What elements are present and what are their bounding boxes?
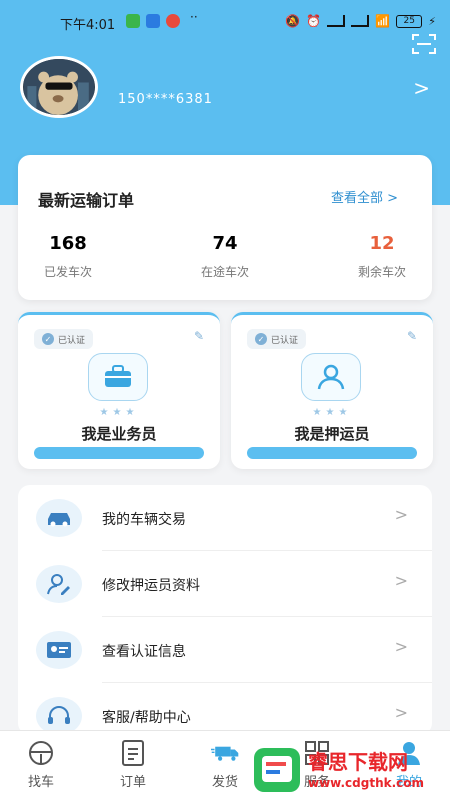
avatar-image bbox=[23, 59, 95, 115]
check-icon: ✓ bbox=[255, 333, 267, 345]
avatar[interactable] bbox=[20, 56, 98, 118]
stat-dispatched-label: 已发车次 bbox=[43, 265, 92, 279]
role-card-escort[interactable]: ✓ 已认证 ✎ ★★★ 我是押运员 bbox=[231, 312, 433, 469]
stat-dispatched-value: 168 bbox=[49, 233, 87, 254]
signal-icon bbox=[351, 15, 370, 27]
alarm-icon: ⏰ bbox=[306, 14, 322, 28]
scan-icon[interactable] bbox=[412, 34, 436, 54]
check-icon: ✓ bbox=[42, 333, 54, 345]
phone-number: 150****6381 bbox=[118, 92, 213, 107]
watermark-logo bbox=[254, 748, 300, 792]
tab-label: 找车 bbox=[27, 775, 54, 790]
menu-item-view-certification[interactable]: 查看认证信息 > bbox=[18, 617, 432, 683]
verified-badge: ✓ 已认证 bbox=[247, 329, 307, 349]
role-label: 我是押运员 bbox=[294, 425, 370, 443]
orders-title: 最新运输订单 bbox=[38, 191, 135, 210]
menu-label: 客服/帮助中心 bbox=[102, 710, 191, 726]
battery-level: 25 bbox=[403, 16, 415, 26]
chevron-right-icon: > bbox=[394, 505, 408, 524]
transport-orders-card: 最新运输订单 查看全部 > 168 已发车次 74 在途车次 12 剩余车次 bbox=[18, 155, 432, 300]
edit-icon[interactable]: ✎ bbox=[194, 329, 204, 343]
document-icon bbox=[119, 739, 147, 767]
menu-label: 查看认证信息 bbox=[102, 644, 186, 660]
notification-icon bbox=[126, 14, 140, 28]
battery-icon: 25 bbox=[396, 14, 423, 28]
settings-menu: 我的车辆交易 > 修改押运员资料 > 查看认证信息 > 客服/帮助中心 > bbox=[18, 485, 432, 735]
verified-label: 已认证 bbox=[58, 335, 86, 346]
car-icon bbox=[36, 499, 82, 537]
status-time: 下午4:01 bbox=[60, 18, 116, 33]
id-card-icon bbox=[36, 631, 82, 669]
menu-item-vehicle-trade[interactable]: 我的车辆交易 > bbox=[18, 485, 432, 551]
role-progress-bar bbox=[34, 447, 204, 459]
stat-remaining-value: 12 bbox=[369, 233, 395, 254]
role-card-salesman[interactable]: ✓ 已认证 ✎ ★★★ 我是业务员 bbox=[18, 312, 220, 469]
menu-item-edit-escort-profile[interactable]: 修改押运员资料 > bbox=[18, 551, 432, 617]
chevron-right-icon: > bbox=[394, 571, 408, 590]
menu-label: 修改押运员资料 bbox=[102, 578, 200, 594]
weibo-icon bbox=[166, 14, 180, 28]
chevron-right-icon: > bbox=[394, 703, 408, 722]
tab-label: 发货 bbox=[211, 775, 238, 790]
rating-stars: ★★★ bbox=[312, 407, 352, 418]
truck-icon bbox=[211, 739, 239, 767]
menu-label: 我的车辆交易 bbox=[102, 512, 186, 528]
watermark-url: www.cdgthk.com bbox=[308, 776, 425, 790]
status-bar: 下午4:01 ·· 🔕 ⏰ 📶 25 ⚡ bbox=[0, 8, 450, 36]
signal-icon bbox=[327, 15, 346, 27]
stat-in-transit-value: 74 bbox=[212, 233, 238, 254]
role-label: 我是业务员 bbox=[81, 425, 157, 443]
notification-icon bbox=[146, 14, 160, 28]
tab-label: 订单 bbox=[119, 775, 146, 790]
briefcase-icon bbox=[88, 353, 148, 401]
status-icons: 🔕 ⏰ 📶 25 ⚡ bbox=[285, 14, 436, 28]
verified-label: 已认证 bbox=[271, 335, 299, 346]
watermark: 睿思下载网 www.cdgthk.com bbox=[252, 744, 442, 796]
wifi-icon: 📶 bbox=[375, 14, 391, 28]
role-progress-bar bbox=[247, 447, 417, 459]
charging-icon: ⚡ bbox=[428, 14, 436, 28]
chevron-right-icon: > bbox=[394, 637, 408, 656]
person-icon bbox=[301, 353, 361, 401]
mute-icon: 🔕 bbox=[285, 14, 301, 28]
more-notifications-icon: ·· bbox=[190, 10, 198, 24]
steering-wheel-icon bbox=[27, 739, 55, 767]
tab-find-vehicle[interactable]: 找车 bbox=[6, 737, 76, 797]
verified-badge: ✓ 已认证 bbox=[34, 329, 94, 349]
tab-orders[interactable]: 订单 bbox=[98, 737, 168, 797]
view-all-link[interactable]: 查看全部 > bbox=[331, 187, 398, 206]
tab-ship[interactable]: 发货 bbox=[190, 737, 260, 797]
rating-stars: ★★★ bbox=[99, 407, 139, 418]
chevron-right-icon[interactable]: > bbox=[413, 76, 430, 100]
stat-remaining-label: 剩余车次 bbox=[357, 265, 406, 279]
stat-in-transit-label: 在途车次 bbox=[200, 265, 249, 279]
edit-icon[interactable]: ✎ bbox=[407, 329, 417, 343]
watermark-title: 睿思下载网 bbox=[308, 750, 408, 774]
user-edit-icon bbox=[36, 565, 82, 603]
